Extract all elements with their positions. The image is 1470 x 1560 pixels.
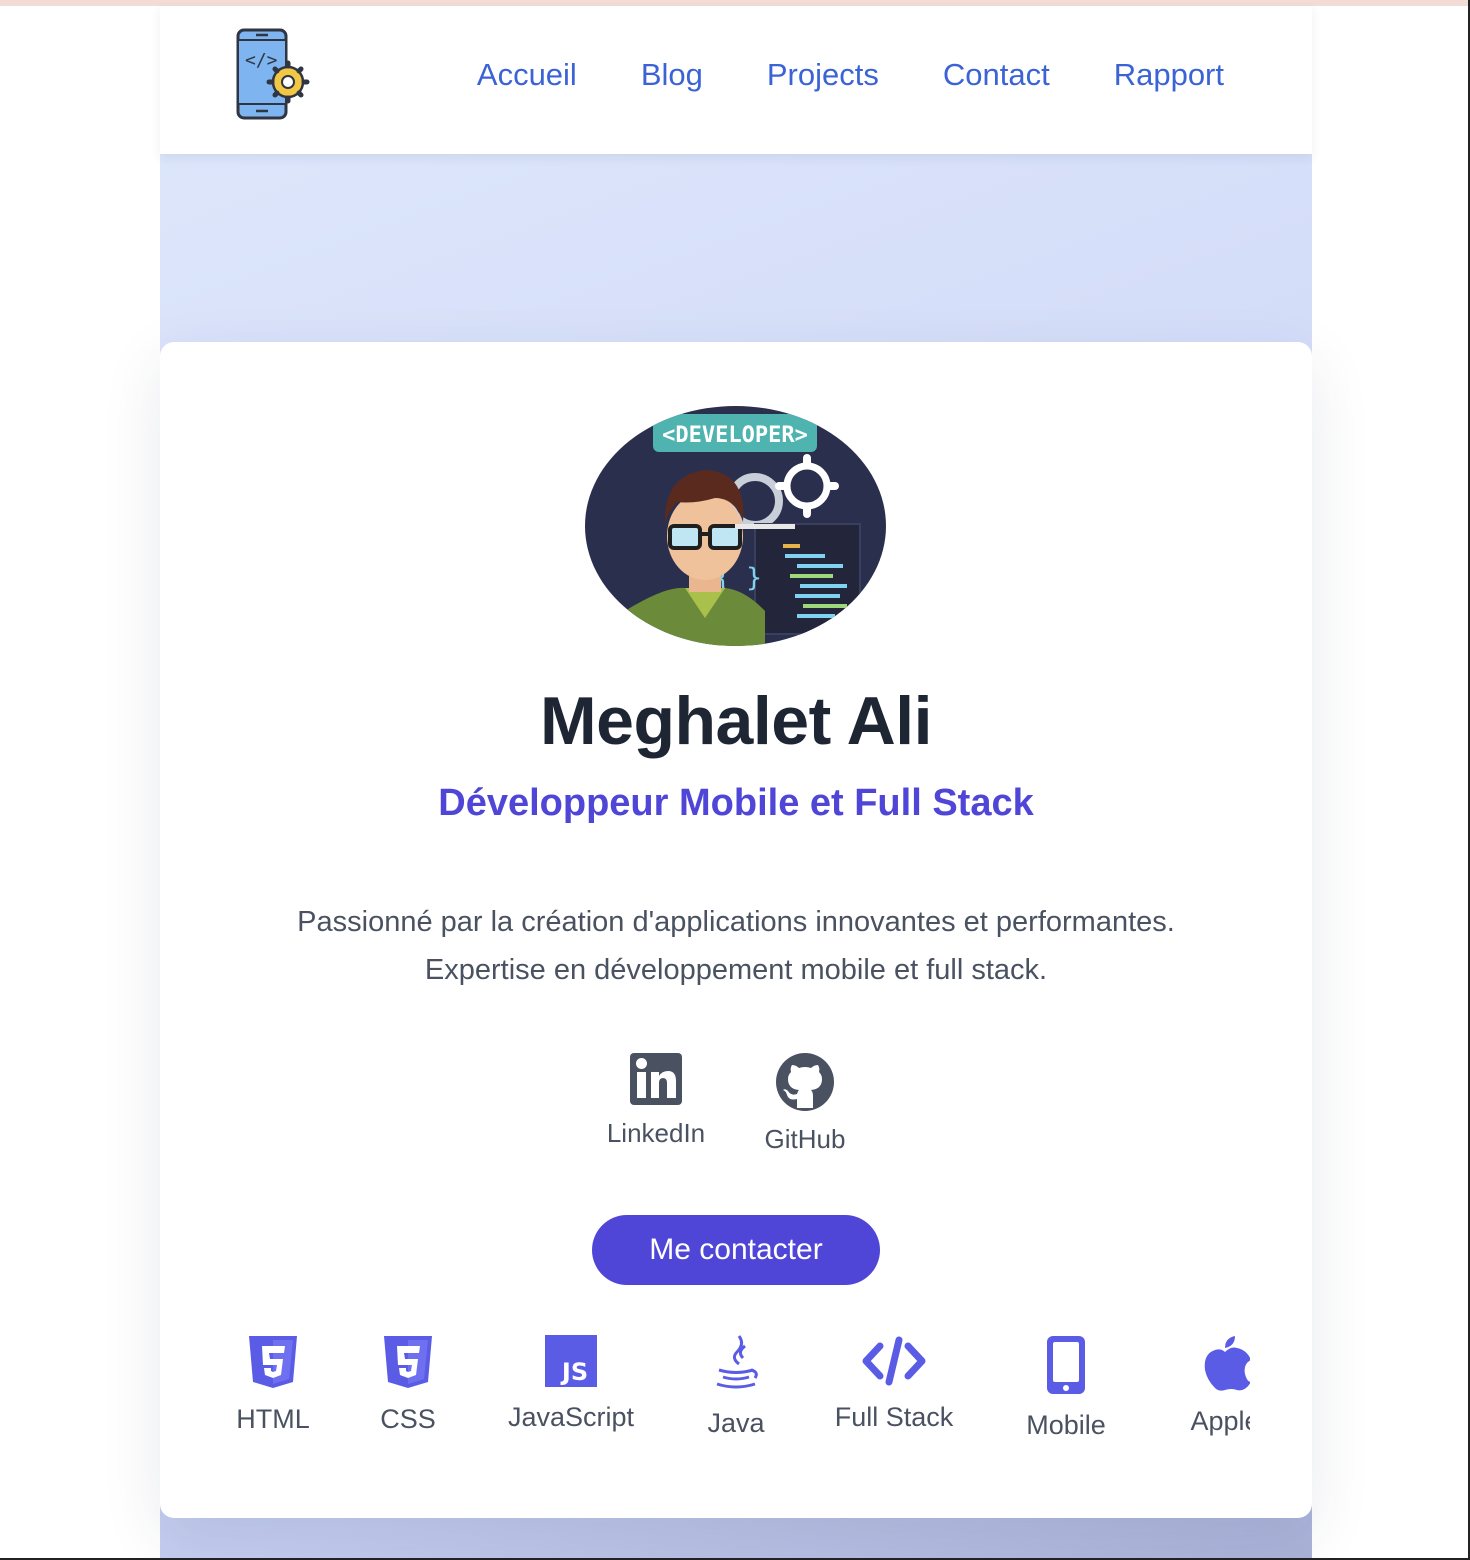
contact-me-button[interactable]: Me contacter [592, 1215, 880, 1285]
code-icon [862, 1336, 926, 1386]
skill-css: CSS [360, 1334, 456, 1435]
js-icon: JS [545, 1335, 597, 1387]
page: </> Accueil Blog Projects Contact Rappor… [160, 6, 1312, 1560]
bio-line-2: Expertise en développement mobile et ful… [424, 954, 1048, 986]
svg-text:</>: </> [245, 50, 278, 71]
nav-link-projects[interactable]: Projects [767, 56, 879, 94]
profile-bio: Passionné par la création d'applications… [160, 898, 1312, 994]
skill-full-stack: Full Stack [824, 1334, 964, 1433]
skills-row: HTML CSS JS JavaScript Java Full Stack M… [160, 1334, 1312, 1464]
mobile-icon [1047, 1336, 1085, 1394]
nav-links: Accueil Blog Projects Contact Rapport [477, 56, 1224, 94]
social-linkedin-link[interactable]: LinkedIn [600, 1052, 712, 1149]
skill-mobile: Mobile [1016, 1334, 1116, 1441]
skill-html: HTML [218, 1334, 328, 1435]
svg-text:JS: JS [560, 1358, 588, 1386]
nav-link-contact[interactable]: Contact [943, 56, 1050, 94]
skill-javascript: JS JavaScript [498, 1334, 644, 1433]
html5-icon [249, 1336, 297, 1388]
java-icon [716, 1335, 758, 1389]
github-icon [776, 1053, 834, 1111]
skill-java: Java [696, 1334, 776, 1439]
nav-link-rapport[interactable]: Rapport [1114, 56, 1224, 94]
skill-label-mobile: Mobile [1026, 1410, 1106, 1440]
skill-label-javascript: JavaScript [507, 1402, 635, 1432]
nav-link-accueil[interactable]: Accueil [477, 56, 577, 94]
social-links: LinkedIn GitHub [600, 1052, 872, 1162]
skill-apple: Apple [1170, 1334, 1250, 1464]
avatar-developer-illustration: { } <DEVELOPER> [585, 406, 886, 646]
skill-label-html: HTML [236, 1404, 310, 1434]
bio-line-1: Passionné par la création d'applications… [297, 906, 1175, 938]
profile-card: { } <DEVELOPER> Meghalet Ali Développeur… [160, 342, 1312, 1518]
skill-label-apple: Apple [1190, 1406, 1250, 1436]
github-label: GitHub [764, 1124, 846, 1154]
avatar-banner-text: <DEVELOPER> [662, 423, 808, 448]
linkedin-icon [630, 1053, 682, 1105]
nav-link-blog[interactable]: Blog [641, 56, 703, 94]
social-github-link[interactable]: GitHub [750, 1052, 860, 1155]
skill-label-java: Java [707, 1408, 765, 1438]
linkedin-label: LinkedIn [606, 1118, 706, 1148]
apple-icon [1204, 1336, 1250, 1391]
css3-icon [384, 1336, 432, 1388]
navbar: </> Accueil Blog Projects Contact Rappor… [160, 6, 1312, 154]
logo-mobile-dev-icon[interactable]: </> [232, 26, 312, 122]
skill-label-css: CSS [380, 1404, 436, 1434]
profile-title: Développeur Mobile et Full Stack [438, 782, 1034, 824]
skill-label-full-stack: Full Stack [834, 1402, 954, 1432]
profile-name: Meghalet Ali [540, 683, 932, 759]
